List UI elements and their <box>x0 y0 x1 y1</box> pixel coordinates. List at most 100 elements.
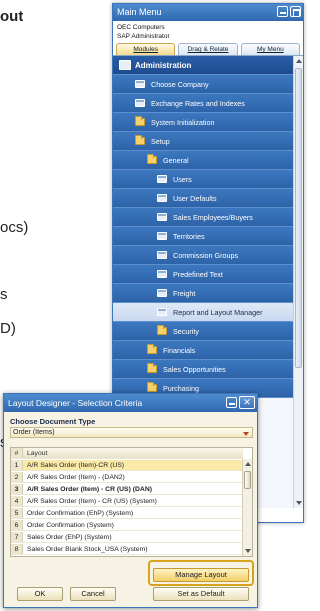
scroll-down-icon[interactable] <box>245 549 251 553</box>
table-row[interactable]: 6 Order Confirmation (System) <box>11 520 243 531</box>
background-text-3: s <box>0 286 8 303</box>
menu-item-user-defaults[interactable]: User Defaults <box>113 189 294 208</box>
row-layout-name: A/R Sales Order (Item) - CR (US) (System… <box>27 498 157 505</box>
tab-modules[interactable]: Modules <box>116 43 176 55</box>
row-number: 7 <box>11 532 23 542</box>
window-icon <box>157 270 167 278</box>
menu-item-label: Financials <box>163 346 196 355</box>
grid-header: # Layout <box>11 448 243 459</box>
menu-item-label: User Defaults <box>173 194 217 203</box>
menu-item-label: Security <box>173 327 199 336</box>
folder-icon <box>157 325 167 335</box>
grid-scrollbar[interactable] <box>242 459 252 556</box>
row-layout-name: A/R Sales Order (Item)-CR (US) <box>27 462 125 469</box>
window-icon <box>135 80 145 88</box>
folder-open-icon <box>135 135 145 145</box>
table-row[interactable]: 4 A/R Sales Order (Item) - CR (US) (Syste… <box>11 496 243 507</box>
menu-item-label: Commission Groups <box>173 251 239 260</box>
ok-button[interactable]: OK <box>17 587 63 601</box>
menu-item-label: Territories <box>173 232 205 241</box>
window-icon <box>157 213 167 221</box>
set-as-default-button[interactable]: Set as Default <box>153 587 249 601</box>
document-type-value: Order (Items) <box>13 429 55 436</box>
menu-item-choose-company[interactable]: Choose Company <box>113 75 294 94</box>
main-menu-titlebar[interactable]: Main Menu <box>113 4 303 21</box>
menu-item-label: Exchange Rates and Indexes <box>151 99 245 108</box>
menu-item-label: Sales Employees/Buyers <box>173 213 253 222</box>
menu-item-administration[interactable]: Administration <box>113 56 294 75</box>
table-row[interactable]: 1 A/R Sales Order (Item)-CR (US) <box>11 460 243 471</box>
row-number: 5 <box>11 508 23 518</box>
row-layout-name: Order Confirmation (EhP) (System) <box>27 510 134 517</box>
document-type-select[interactable]: Order (Items) <box>10 427 253 438</box>
menu-item-label: Users <box>173 175 192 184</box>
grid-header-layout: Layout <box>27 450 48 457</box>
menu-item-setup[interactable]: Setup <box>113 132 294 151</box>
menu-item-financials[interactable]: Financials <box>113 341 294 360</box>
layout-designer-dialog: Layout Designer - Selection Criteria ✕ C… <box>3 393 258 608</box>
table-row[interactable]: 7 Sales Order (EhP) (System) <box>11 532 243 543</box>
folder-icon <box>135 116 145 126</box>
folder-icon <box>147 382 157 392</box>
row-layout-name: Sales Order Blank Stock_USA (System) <box>27 546 148 553</box>
menu-item-label: Sales Opportunities <box>163 365 226 374</box>
main-menu-title: Main Menu <box>117 7 162 17</box>
scroll-thumb[interactable] <box>244 471 251 489</box>
menu-item-label: System Initialization <box>151 118 215 127</box>
menu-item-commission-groups[interactable]: Commission Groups <box>113 246 294 265</box>
window-icon <box>157 308 167 316</box>
session-info: OEC Computers SAP Administrator <box>113 21 303 43</box>
scroll-up-icon[interactable] <box>296 59 302 63</box>
table-row[interactable]: 5 Order Confirmation (EhP) (System) <box>11 508 243 519</box>
main-menu-scrollbar[interactable] <box>293 56 303 508</box>
menu-item-label: Choose Company <box>151 80 209 89</box>
window-icon <box>135 99 145 107</box>
layout-grid: # Layout 1 A/R Sales Order (Item)-CR (US)… <box>10 447 253 557</box>
minimize-icon[interactable] <box>277 6 288 17</box>
row-number: 3 <box>11 484 23 494</box>
manage-layout-button[interactable]: Manage Layout <box>153 568 249 582</box>
background-text-1: out <box>0 8 24 25</box>
menu-item-predefined-text[interactable]: Predefined Text <box>113 265 294 284</box>
folder-icon <box>147 363 157 373</box>
background-text-4: D) <box>0 320 16 337</box>
menu-item-freight[interactable]: Freight <box>113 284 294 303</box>
maximize-icon[interactable] <box>290 6 301 17</box>
scroll-up-icon[interactable] <box>245 462 251 466</box>
close-icon[interactable]: ✕ <box>239 396 255 409</box>
scroll-thumb[interactable] <box>295 68 302 368</box>
tab-my-menu[interactable]: My Menu <box>240 43 300 55</box>
folder-open-icon <box>147 154 157 164</box>
cancel-button[interactable]: Cancel <box>70 587 116 601</box>
menu-item-label: Freight <box>173 289 196 298</box>
table-row[interactable]: 3 A/R Sales Order (Item) - CR (US) (DAN) <box>11 484 243 495</box>
row-layout-name: A/R Sales Order (Item) - CR (US) (DAN) <box>27 486 152 493</box>
tab-drag-relate[interactable]: Drag & Relate <box>178 43 238 55</box>
user-name: SAP Administrator <box>117 33 170 40</box>
background-text-2: ocs) <box>0 219 29 236</box>
row-layout-name: Sales Order (EhP) (System) <box>27 534 112 541</box>
menu-item-report-and-layout-manager[interactable]: Report and Layout Manager <box>113 303 294 322</box>
grid-header-num: # <box>11 448 23 458</box>
menu-item-sales-employees-buyers[interactable]: Sales Employees/Buyers <box>113 208 294 227</box>
menu-item-territories[interactable]: Territories <box>113 227 294 246</box>
table-row[interactable]: 8 Sales Order Blank Stock_USA (System) <box>11 544 243 555</box>
minimize-icon[interactable] <box>226 397 237 408</box>
menu-item-sales-opportunities[interactable]: Sales Opportunities <box>113 360 294 379</box>
row-number: 8 <box>11 544 23 554</box>
menu-item-security[interactable]: Security <box>113 322 294 341</box>
dialog-titlebar[interactable]: Layout Designer - Selection Criteria ✕ <box>4 394 257 412</box>
table-row[interactable]: 2 A/R Sales Order (Item) - (DAN2) <box>11 472 243 483</box>
chevron-down-icon[interactable] <box>243 432 249 436</box>
menu-item-label: Setup <box>151 137 170 146</box>
window-icon <box>157 175 167 183</box>
menu-item-system-initialization[interactable]: System Initialization <box>113 113 294 132</box>
row-number: 4 <box>11 496 23 506</box>
menu-item-exchange-rates-and-indexes[interactable]: Exchange Rates and Indexes <box>113 94 294 113</box>
scroll-down-icon[interactable] <box>296 501 302 505</box>
menu-item-label: Predefined Text <box>173 270 223 279</box>
window-icon <box>157 289 167 297</box>
menu-item-general[interactable]: General <box>113 151 294 170</box>
folder-icon <box>147 344 157 354</box>
menu-item-users[interactable]: Users <box>113 170 294 189</box>
